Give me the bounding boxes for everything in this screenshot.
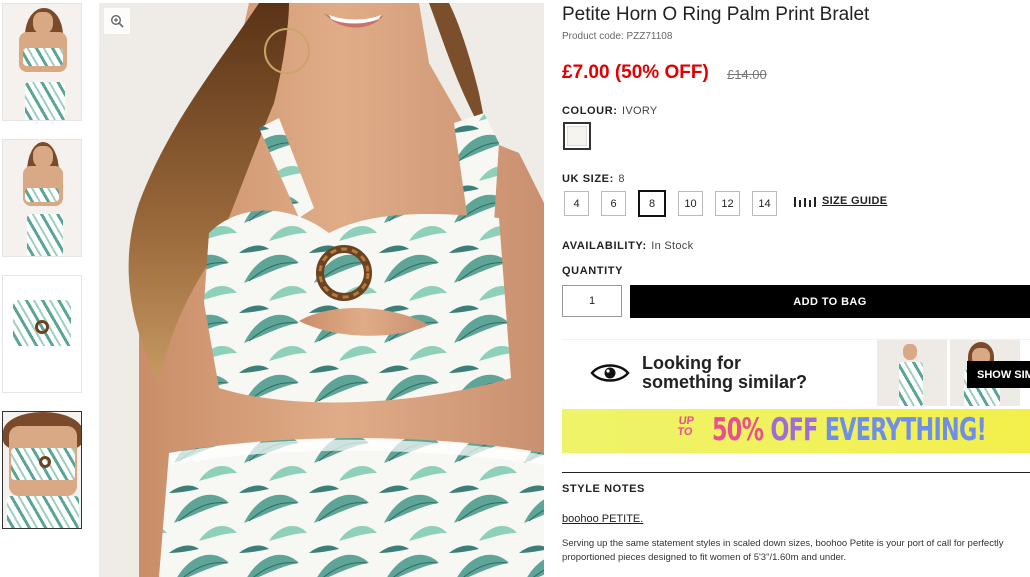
product-code: Product code: PZZ71108 — [562, 31, 673, 42]
style-notes-heading: STYLE NOTES — [562, 483, 645, 495]
boohoo-petite-link[interactable]: boohoo PETITE. — [562, 513, 643, 525]
thumbnail-1[interactable] — [2, 3, 82, 121]
sale-price: £7.00 (50% OFF) — [562, 62, 709, 83]
size-option[interactable]: 10 — [678, 191, 703, 216]
show-similar-button[interactable]: SHOW SIM — [967, 361, 1030, 388]
size-option[interactable]: 4 — [564, 191, 589, 216]
product-title: Petite Horn O Ring Palm Print Bralet — [562, 4, 870, 25]
size-row: UK SIZE: 8 — [562, 169, 625, 187]
promo-off: OFF — [770, 412, 818, 448]
section-divider — [562, 472, 1030, 473]
size-guide-link[interactable]: SIZE GUIDE — [822, 195, 887, 207]
eye-icon — [590, 364, 630, 382]
size-option-selected[interactable]: 8 — [638, 190, 666, 217]
size-option[interactable]: 12 — [715, 191, 740, 216]
model-photo — [99, 3, 544, 577]
add-to-bag-button[interactable]: ADD TO BAG — [630, 285, 1030, 318]
size-value: 8 — [618, 173, 625, 185]
colour-value: IVORY — [621, 105, 658, 117]
availability-value: In Stock — [651, 240, 694, 252]
style-notes-text: Serving up the same statement styles in … — [562, 538, 1004, 563]
similar-text: Looking for something similar? — [642, 354, 807, 392]
colour-label: COLOUR: — [562, 105, 618, 117]
main-product-image[interactable] — [99, 3, 544, 577]
size-options: 4 6 8 10 12 14 — [564, 190, 789, 217]
product-details: Petite Horn O Ring Palm Print Bralet Pro… — [562, 0, 1030, 577]
magnifier-plus-icon — [110, 14, 124, 28]
size-option[interactable]: 14 — [752, 191, 777, 216]
thumbnail-4[interactable] — [2, 411, 82, 529]
colour-swatch-ivory[interactable] — [563, 122, 591, 150]
swatch-fill — [567, 126, 587, 146]
similar-line-1: Looking for — [642, 353, 741, 373]
availability-row: AVAILABILITY: In Stock — [562, 236, 693, 254]
size-option[interactable]: 6 — [601, 191, 626, 216]
size-guide[interactable]: SIZE GUIDE — [794, 195, 887, 207]
ruler-bars-icon — [794, 196, 816, 207]
promo-banner[interactable]: UP TO 50% OFF EVERYTHING! — [562, 409, 1030, 453]
promo-upto-line-2: TO — [676, 426, 694, 438]
original-price: £14.00 — [727, 67, 767, 82]
colour-row: COLOUR: IVORY — [562, 101, 658, 119]
similar-thumb — [877, 340, 947, 406]
size-label: UK SIZE: — [562, 173, 614, 185]
promo-percent: 50% — [712, 412, 764, 448]
similar-items-banner[interactable]: Looking for something similar? SHOW SIM — [562, 339, 1030, 406]
quantity-input[interactable] — [562, 285, 622, 317]
thumbnail-2[interactable] — [2, 139, 82, 257]
promo-everything: EVERYTHING! — [824, 412, 987, 448]
zoom-button[interactable] — [104, 8, 130, 34]
promo-upto: UP TO — [676, 415, 695, 438]
thumbnail-list — [2, 3, 82, 547]
availability-label: AVAILABILITY: — [562, 240, 647, 252]
quantity-label: QUANTITY — [562, 265, 624, 277]
promo-headline: 50% OFF EVERYTHING! — [712, 412, 987, 448]
thumbnail-3[interactable] — [2, 275, 82, 393]
similar-line-2: something similar? — [642, 372, 808, 392]
